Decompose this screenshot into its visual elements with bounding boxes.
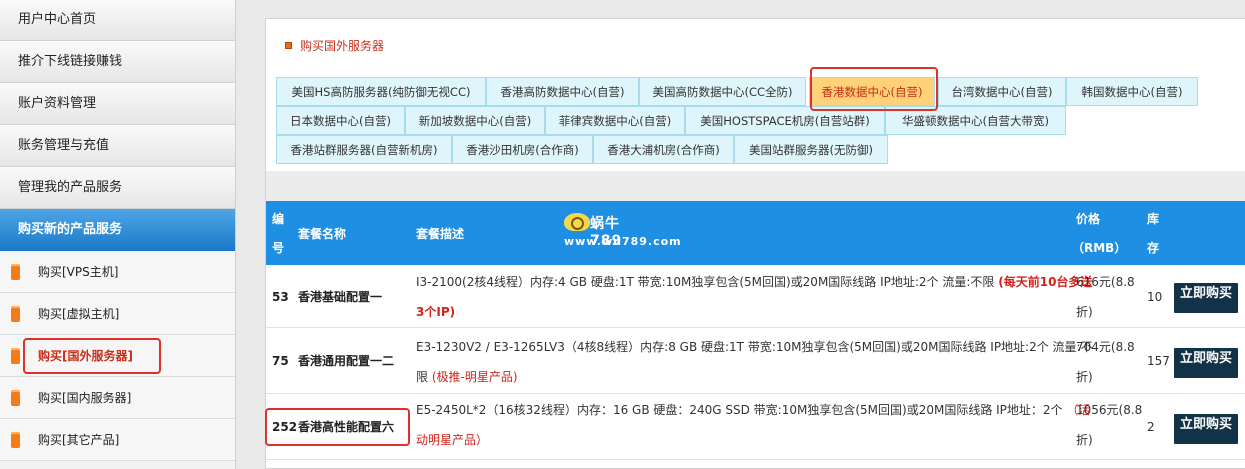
orange-bullet-icon — [11, 348, 20, 364]
table-header: 编 号 套餐名称 套餐描述 蜗牛789 www.wn789.com 价格 （RM… — [266, 201, 1245, 265]
row-desc-text: E3-1230V2 / E3-1265LV3（4核8线程）内存:8 GB 硬盘:… — [416, 340, 1093, 354]
tab-sg-datacenter[interactable]: 新加坡数据中心(自营) — [405, 106, 545, 135]
watermark-url: www.wn789.com — [564, 235, 682, 248]
highlight-box-row — [265, 408, 410, 446]
sidebar-subitem-buy-vps[interactable]: 购买[VPS主机] — [0, 251, 235, 293]
sidebar: 用户中心首页 推介下线链接赚钱 账户资料管理 账务管理与充值 管理我的产品服务 … — [0, 0, 236, 469]
panel-title: 购买国外服务器 — [266, 19, 1245, 67]
tab-hk-shatin[interactable]: 香港沙田机房(合作商) — [452, 135, 593, 164]
main-panel: 购买国外服务器 美国HS高防服务器(纯防御无视CC) 香港高防数据中心(自营) … — [265, 18, 1245, 469]
sidebar-item-user-center-home[interactable]: 用户中心首页 — [0, 0, 235, 41]
orange-bullet-icon — [11, 390, 20, 406]
tab-us-hs-ddos[interactable]: 美国HS高防服务器(纯防御无视CC) — [276, 77, 486, 106]
row-promo-cont: 动明星产品） — [416, 433, 489, 447]
row-price-discount: 折) — [1076, 433, 1093, 447]
orange-bullet-icon — [11, 306, 20, 322]
col-header-stock: 库 — [1147, 212, 1160, 226]
tab-jp-datacenter[interactable]: 日本数据中心(自营) — [276, 106, 405, 135]
sidebar-item-account-profile[interactable]: 账户资料管理 — [0, 83, 235, 125]
sidebar-section-buy-new-products[interactable]: 购买新的产品服务 — [0, 209, 235, 251]
col-header-price: 价格 — [1076, 212, 1101, 226]
row-name: 香港基础配置一 — [298, 290, 383, 304]
square-bullet-icon — [285, 42, 292, 49]
col-header-id-2: 号 — [272, 241, 285, 255]
row-desc: E5-2450L*2（16核32线程）内存：16 GB 硬盘：240G SSD … — [416, 395, 1096, 455]
row-price-value: 1056元(8.8 — [1076, 403, 1143, 417]
row-desc-text: E5-2450L*2（16核32线程）内存：16 GB 硬盘：240G SSD … — [416, 403, 1067, 417]
row-promo-cont: 3个IP) — [416, 305, 456, 319]
sidebar-subitem-label: 购买[VPS主机] — [38, 265, 119, 279]
snail-logo-icon — [564, 213, 590, 231]
tab-us-station-group[interactable]: 美国站群服务器(无防御) — [734, 135, 888, 164]
sidebar-subitem-label: 购买[虚拟主机] — [38, 307, 120, 321]
buy-now-button[interactable]: 立即购买 — [1174, 348, 1238, 378]
table-row: 53 香港基础配置一 I3-2100(2核4线程）内存:4 GB 硬盘:1T 带… — [266, 265, 1245, 328]
col-header-stock-2: 存 — [1147, 241, 1160, 255]
row-price-discount: 折) — [1076, 305, 1093, 319]
tab-us-ddos-cc[interactable]: 美国高防数据中心(CC全防) — [639, 77, 806, 106]
buy-now-button[interactable]: 立即购买 — [1174, 283, 1238, 313]
row-price: 1056元(8.8 折) — [1076, 395, 1142, 455]
sidebar-subitem-label: 购买[其它产品] — [38, 433, 120, 447]
buy-now-button[interactable]: 立即购买 — [1174, 414, 1238, 444]
highlight-box-sidebar — [23, 338, 161, 374]
row-id: 53 — [272, 290, 289, 304]
row-price-discount: 折) — [1076, 370, 1093, 384]
tab-tw-datacenter[interactable]: 台湾数据中心(自营) — [938, 77, 1066, 106]
row-price: 616元(8.8 折) — [1076, 267, 1135, 327]
row-stock: 2 — [1147, 420, 1155, 434]
sidebar-subitem-buy-virtual-host[interactable]: 购买[虚拟主机] — [0, 293, 235, 335]
row-stock: 157 — [1147, 354, 1170, 368]
sidebar-item-billing-recharge[interactable]: 账务管理与充值 — [0, 125, 235, 167]
orange-bullet-icon — [11, 432, 20, 448]
table-row: 75 香港通用配置一二 E3-1230V2 / E3-1265LV3（4核8线程… — [266, 328, 1245, 394]
col-header-name: 套餐名称 — [298, 227, 347, 241]
row-desc: I3-2100(2核4线程）内存:4 GB 硬盘:1T 带宽:10M独享包含(5… — [416, 267, 1096, 327]
row-promo: (极推-明星产品) — [431, 370, 518, 384]
row-desc: E3-1230V2 / E3-1265LV3（4核8线程）内存:8 GB 硬盘:… — [416, 332, 1096, 392]
highlight-box-tab — [810, 67, 938, 111]
row-price-value: 616元(8.8 — [1076, 275, 1135, 289]
sidebar-item-manage-products[interactable]: 管理我的产品服务 — [0, 167, 235, 209]
row-name: 香港通用配置一二 — [298, 354, 395, 368]
tab-hk-ddos[interactable]: 香港高防数据中心(自营) — [486, 77, 639, 106]
col-header-id: 编 — [272, 212, 285, 226]
tab-hk-taipo[interactable]: 香港大浦机房(合作商) — [593, 135, 734, 164]
row-desc-text: I3-2100(2核4线程）内存:4 GB 硬盘:1T 带宽:10M独享包含(5… — [416, 275, 999, 289]
tab-ph-datacenter[interactable]: 菲律宾数据中心(自营) — [545, 106, 685, 135]
separator-band — [266, 171, 1245, 201]
orange-bullet-icon — [11, 264, 20, 280]
tab-kr-datacenter[interactable]: 韩国数据中心(自营) — [1066, 77, 1198, 106]
sidebar-item-referral-link[interactable]: 推介下线链接赚钱 — [0, 41, 235, 83]
panel-title-text: 购买国外服务器 — [300, 39, 385, 53]
sidebar-subitem-buy-other[interactable]: 购买[其它产品] — [0, 419, 235, 461]
col-header-desc: 套餐描述 — [416, 227, 465, 241]
row-stock: 10 — [1147, 290, 1163, 304]
row-id: 75 — [272, 354, 289, 368]
watermark-logo: 蜗牛789 www.wn789.com — [564, 213, 681, 249]
table-row: 252 香港高性能配置六 E5-2450L*2（16核32线程）内存：16 GB… — [266, 394, 1245, 460]
row-price: 704元(8.8 折) — [1076, 332, 1135, 392]
tab-hk-station-group[interactable]: 香港站群服务器(自营新机房) — [276, 135, 452, 164]
col-header-price-unit: （RMB） — [1072, 241, 1127, 255]
row-desc-text-cont: 限 — [416, 370, 432, 384]
sidebar-subitem-buy-domestic-server[interactable]: 购买[国内服务器] — [0, 377, 235, 419]
sidebar-subitem-label: 购买[国内服务器] — [38, 391, 132, 405]
row-price-value: 704元(8.8 — [1076, 340, 1135, 354]
